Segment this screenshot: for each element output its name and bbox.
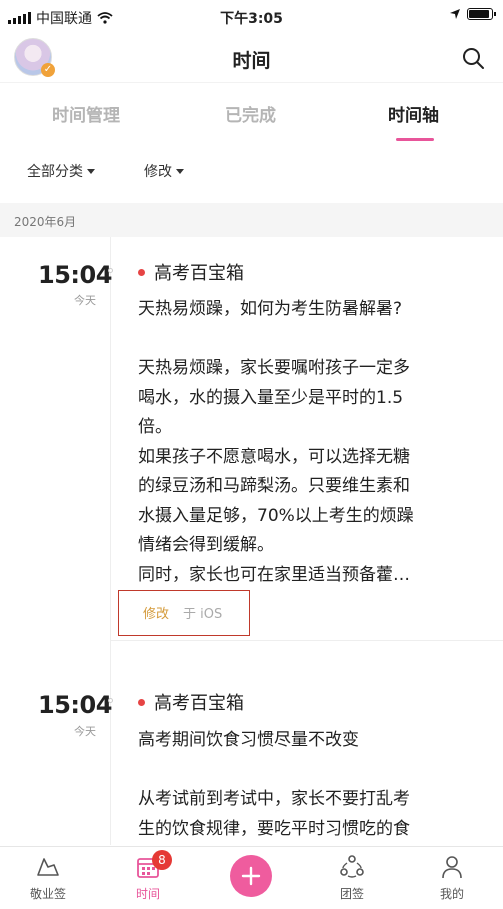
tabbar-label: 敬业签	[29, 887, 66, 901]
category-filter-dropdown[interactable]: 全部分类	[27, 161, 95, 181]
entry-time: 15:04	[38, 691, 112, 719]
tabbar-item-time[interactable]: 8 时间	[108, 850, 188, 902]
page-title: 时间	[232, 50, 271, 72]
plus-icon	[241, 866, 261, 886]
tab-time-management[interactable]: 时间管理	[52, 101, 120, 126]
user-icon	[442, 856, 462, 879]
entry-content: 高考期间饮食习惯尽量不改变 从考试前到考试中，家长不要打乱考 生的饮食规律，要吃…	[138, 730, 410, 839]
tab-completed[interactable]: 已完成	[225, 101, 276, 126]
source-label: 于 iOS	[183, 607, 223, 622]
tabbar-label: 团签	[339, 887, 364, 901]
tabbar-item-team[interactable]: 团签	[312, 853, 392, 902]
tabbar-label: 我的	[439, 887, 464, 901]
search-icon[interactable]	[461, 46, 485, 70]
tabbar-label: 时间	[135, 887, 160, 901]
timeline-node	[108, 698, 113, 703]
edit-link[interactable]: 修改	[143, 603, 169, 622]
timeline-line	[110, 237, 111, 845]
tabbar-item-sign[interactable]: 敬业签	[8, 853, 88, 902]
battery-icon	[467, 8, 496, 20]
add-button[interactable]	[230, 855, 272, 897]
sign-icon	[37, 858, 59, 876]
status-time: 下午3:05	[220, 11, 283, 27]
category-dot-icon	[138, 268, 145, 276]
entry-category-label: 高考百宝箱	[154, 693, 244, 714]
filter-bar: 全部分类 修改	[0, 144, 503, 200]
category-dot-icon	[138, 698, 145, 706]
chevron-down-icon	[176, 168, 184, 174]
tab-bar-top: 时间管理 已完成 时间轴	[0, 82, 503, 144]
sort-filter-label: 修改	[144, 164, 172, 180]
status-bar: 中国联通 下午3:05	[0, 0, 503, 34]
chevron-down-icon	[87, 168, 95, 174]
entry-category: 高考百宝箱	[138, 259, 244, 285]
category-filter-label: 全部分类	[27, 164, 83, 180]
bottom-tab-bar: 敬业签 8 时间 团签 我的	[0, 846, 503, 909]
sort-filter-dropdown[interactable]: 修改	[144, 161, 184, 181]
entry-category: 高考百宝箱	[138, 689, 244, 715]
entry-content: 天热易烦躁，如何为考生防暑解暑? 天热易烦躁，家长要嘱咐孩子一定多 喝水，水的摄…	[138, 299, 414, 585]
entry-separator	[110, 640, 503, 641]
month-section-header: 2020年6月	[0, 203, 503, 237]
team-icon	[340, 855, 364, 878]
entry-time: 15:04	[38, 261, 112, 289]
unread-badge: 8	[152, 850, 172, 870]
entry-meta: 修改 于 iOS	[118, 590, 250, 636]
battery-fill	[469, 10, 489, 18]
timeline-node	[108, 268, 113, 273]
top-bar: ✓ 时间	[0, 34, 503, 82]
tabbar-item-mine[interactable]: 我的	[412, 853, 492, 902]
entry-day: 今天	[74, 294, 96, 307]
entry-category-label: 高考百宝箱	[154, 263, 244, 284]
active-tab-indicator	[396, 138, 434, 141]
tab-timeline[interactable]: 时间轴	[388, 101, 439, 126]
location-arrow-icon	[450, 9, 460, 19]
entry-day: 今天	[74, 725, 96, 738]
